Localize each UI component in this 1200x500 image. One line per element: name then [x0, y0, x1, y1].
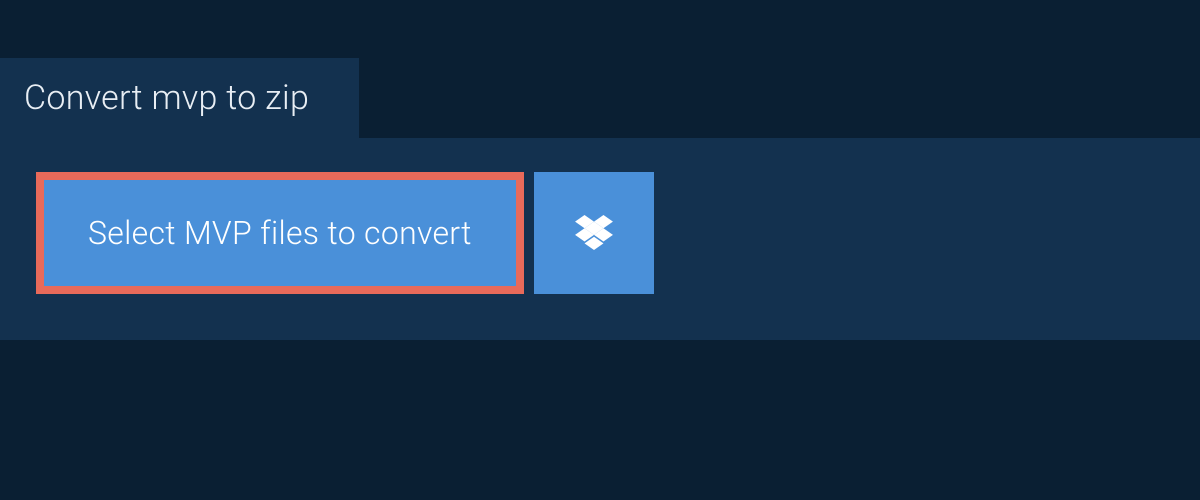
tab-convert[interactable]: Convert mvp to zip	[0, 58, 359, 138]
tab-title: Convert mvp to zip	[24, 78, 309, 118]
dropbox-button[interactable]	[534, 172, 654, 294]
dropbox-icon	[575, 215, 613, 251]
select-files-label: Select MVP files to convert	[88, 214, 472, 252]
select-files-button[interactable]: Select MVP files to convert	[36, 172, 524, 294]
conversion-panel: Select MVP files to convert	[0, 138, 1200, 340]
